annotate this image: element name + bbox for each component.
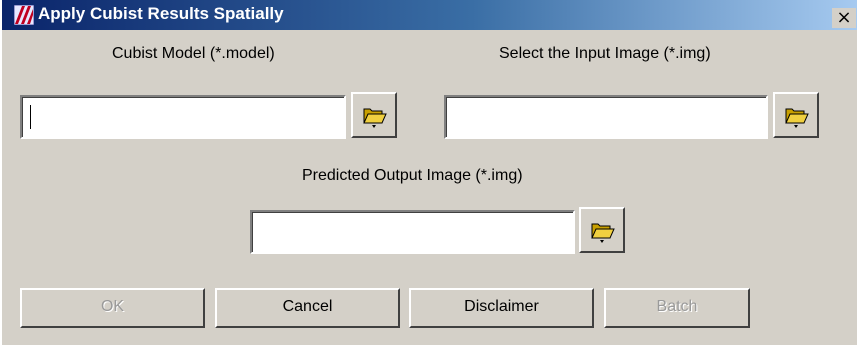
- open-folder-icon: [591, 223, 615, 243]
- input-image-path-input[interactable]: [444, 95, 768, 139]
- close-button[interactable]: ×: [832, 8, 856, 28]
- batch-button[interactable]: Batch: [604, 288, 750, 328]
- cubist-app-icon: [14, 5, 34, 25]
- open-folder-icon: [785, 108, 809, 128]
- browse-model-button[interactable]: [351, 92, 397, 138]
- model-field-label: Cubist Model (*.model): [112, 45, 275, 62]
- cancel-button[interactable]: Cancel: [215, 288, 400, 328]
- model-path-input[interactable]: [20, 95, 346, 139]
- input-field-label: Select the Input Image (*.img): [499, 45, 711, 62]
- dialog-window: Apply Cubist Results Spatially × Cubist …: [0, 0, 857, 345]
- browse-input-image-button[interactable]: [773, 92, 819, 138]
- ok-button[interactable]: OK: [20, 288, 205, 328]
- browse-output-image-button[interactable]: [579, 207, 625, 253]
- window-title: Apply Cubist Results Spatially: [38, 4, 284, 23]
- open-folder-icon: [363, 108, 387, 128]
- output-field-label: Predicted Output Image (*.img): [302, 167, 523, 184]
- text-caret: [30, 105, 31, 129]
- title-bar[interactable]: Apply Cubist Results Spatially ×: [2, 0, 857, 30]
- output-image-path-input[interactable]: [250, 210, 575, 254]
- disclaimer-button[interactable]: Disclaimer: [409, 288, 594, 328]
- close-icon: ×: [836, 7, 852, 28]
